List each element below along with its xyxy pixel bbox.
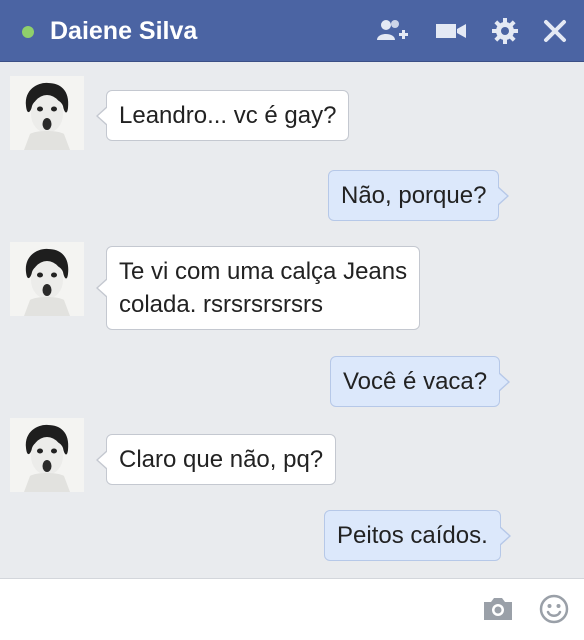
avatar[interactable] <box>10 76 84 150</box>
incoming-message-bubble[interactable]: Te vi com uma calça Jeans colada. rsrsrs… <box>95 246 421 330</box>
online-status-indicator <box>22 26 34 38</box>
message-text: Você é vaca? <box>343 368 488 395</box>
outgoing-message-bubble[interactable]: Peitos caídos. <box>324 510 511 561</box>
gear-icon[interactable] <box>488 14 522 48</box>
video-call-icon[interactable] <box>434 14 468 48</box>
add-friend-icon[interactable] <box>376 14 410 48</box>
emoji-icon[interactable] <box>536 591 572 627</box>
outgoing-message-bubble[interactable]: Você é vaca? <box>330 356 511 407</box>
message-list[interactable]: Leandro... vc é gay? Não, porque? Te vi … <box>0 62 584 578</box>
close-icon[interactable] <box>538 14 572 48</box>
message-composer <box>0 578 584 640</box>
message-text: Não, porque? <box>341 182 487 209</box>
message-text: Claro que não, pq? <box>119 446 324 473</box>
contact-name[interactable]: Daiene Silva <box>50 15 197 47</box>
message-text: Leandro... vc é gay? <box>119 102 337 129</box>
avatar[interactable] <box>10 242 84 316</box>
incoming-message-bubble[interactable]: Claro que não, pq? <box>95 434 337 485</box>
message-input[interactable] <box>10 589 464 631</box>
incoming-message-bubble[interactable]: Leandro... vc é gay? <box>95 90 350 141</box>
message-text: Peitos caídos. <box>337 522 488 549</box>
message-text-line: colada. rsrsrsrsrsrs <box>119 291 324 318</box>
outgoing-message-bubble[interactable]: Não, porque? <box>328 170 510 221</box>
message-text-line: Te vi com uma calça Jeans <box>119 258 408 285</box>
camera-icon[interactable] <box>480 591 516 627</box>
avatar[interactable] <box>10 418 84 492</box>
chat-header: Daiene Silva <box>0 0 584 62</box>
